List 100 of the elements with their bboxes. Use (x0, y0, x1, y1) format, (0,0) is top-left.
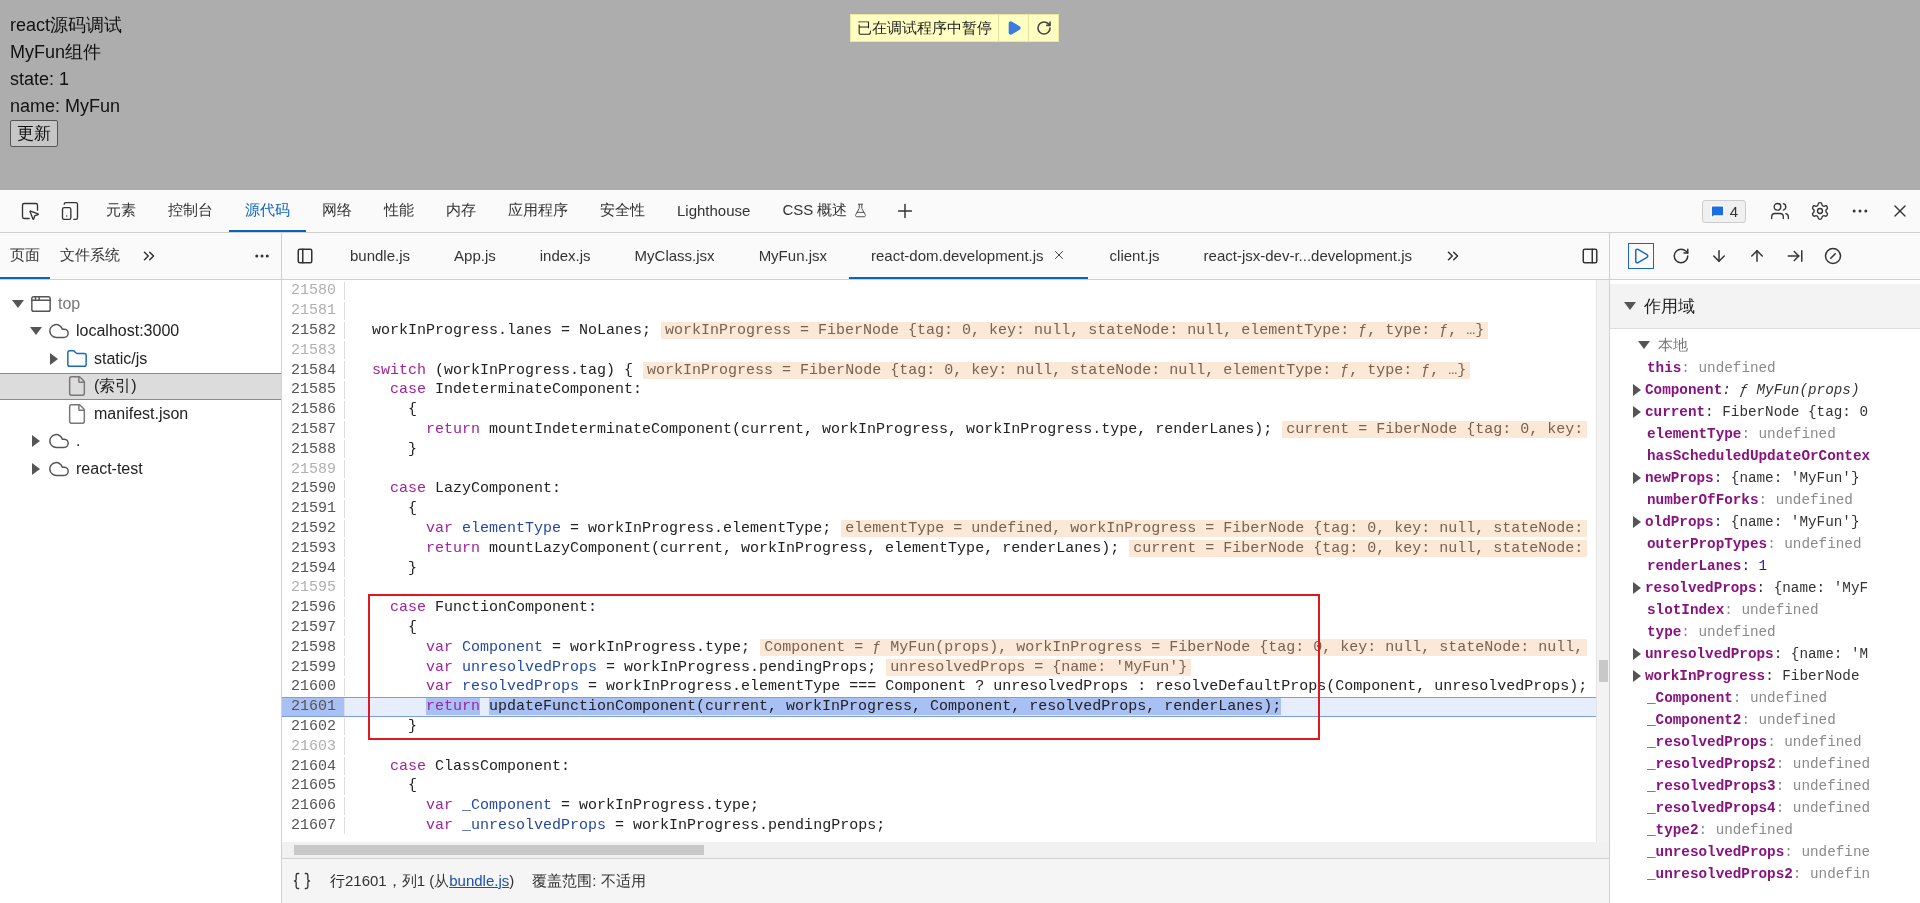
file-tab[interactable]: bundle.js (328, 233, 433, 279)
line-number[interactable]: 21588 (282, 440, 345, 459)
scope-variable[interactable]: elementType: undefined (1647, 426, 1836, 442)
source-link[interactable]: bundle.js (449, 871, 510, 889)
line-number[interactable]: 21607 (282, 816, 345, 835)
step-out-icon[interactable] (1748, 247, 1766, 265)
scope-variable[interactable]: _type2: undefined (1647, 822, 1793, 838)
braces-icon[interactable] (292, 871, 312, 891)
expand-arrow-icon[interactable] (1633, 384, 1641, 396)
tree-item[interactable]: static/js (0, 345, 281, 373)
file-tab[interactable]: react-jsx-dev-r...development.js (1181, 233, 1434, 279)
line-number[interactable]: 21601 (282, 697, 345, 716)
sidebar-tab[interactable]: 页面 (0, 233, 50, 279)
scope-variable[interactable]: this: undefined (1647, 360, 1776, 376)
scope-variable[interactable]: _resolvedProps3: undefined (1647, 778, 1871, 794)
devtools-tab[interactable]: 安全性 (584, 190, 661, 232)
deactivate-breakpoints-icon[interactable] (1824, 247, 1842, 265)
expand-arrow-icon[interactable] (1633, 516, 1641, 528)
scope-variable[interactable]: _Component: undefined (1647, 690, 1828, 706)
file-tab[interactable]: MyFun.jsx (736, 233, 849, 279)
scope-variable[interactable]: _unresolvedProps2: undefin (1647, 866, 1871, 882)
scope-variable[interactable]: _Component2: undefined (1647, 712, 1836, 728)
vertical-scrollbar[interactable] (1596, 280, 1609, 842)
scope-variable[interactable]: _resolvedProps: undefined (1647, 734, 1862, 750)
device-icon[interactable] (60, 201, 80, 221)
expand-arrow-icon[interactable] (12, 299, 24, 308)
scope-variable[interactable]: hasScheduledUpdateOrContex (1647, 448, 1871, 464)
scope-variable[interactable]: resolvedProps: {name: 'MyF (1645, 580, 1869, 596)
step-into-icon[interactable] (1710, 247, 1728, 265)
expand-arrow-icon[interactable] (32, 462, 40, 475)
devtools-tab[interactable]: 控制台 (152, 190, 229, 232)
tree-item[interactable]: react-test (0, 455, 281, 483)
scope-variable[interactable]: newProps: {name: 'MyFun'} (1645, 470, 1860, 486)
line-number[interactable]: 21585 (282, 381, 345, 399)
devtools-tab[interactable]: 网络 (306, 190, 368, 232)
line-number[interactable]: 21586 (282, 400, 345, 419)
settings-icon[interactable] (1810, 201, 1830, 221)
file-tab[interactable]: react-dom.development.js (848, 233, 1088, 279)
expand-arrow-icon[interactable] (1633, 406, 1641, 418)
line-number[interactable]: 21597 (282, 618, 345, 637)
scope-variable[interactable]: _resolvedProps2: undefined (1647, 756, 1871, 772)
users-icon[interactable] (1770, 201, 1790, 221)
line-number[interactable]: 21606 (282, 796, 345, 815)
devtools-tab[interactable]: 内存 (430, 190, 492, 232)
line-number[interactable]: 21599 (282, 658, 345, 676)
tree-item[interactable]: manifest.json (0, 400, 281, 428)
scope-variable[interactable]: Component: ƒ MyFun(props) (1645, 382, 1860, 398)
scope-variable[interactable]: outerPropTypes: undefined (1647, 536, 1862, 552)
expand-arrow-icon[interactable] (1633, 648, 1641, 660)
line-number[interactable]: 21594 (282, 559, 345, 577)
scope-variable[interactable]: oldProps: {name: 'MyFun'} (1645, 514, 1860, 530)
scope-variable[interactable]: workInProgress: FiberNode (1645, 668, 1860, 684)
line-number[interactable]: 21590 (282, 479, 345, 498)
line-number[interactable]: 21584 (282, 361, 345, 379)
devtools-tab[interactable]: Lighthouse (661, 190, 767, 232)
expand-arrow-icon[interactable] (30, 327, 42, 336)
line-number[interactable]: 21600 (282, 677, 345, 696)
file-tab[interactable]: index.js (517, 233, 613, 279)
update-button[interactable]: 更新 (10, 120, 58, 147)
scope-variable[interactable]: current: FiberNode {tag: 0 (1645, 404, 1869, 420)
devtools-tab[interactable]: 应用程序 (492, 190, 584, 232)
expand-arrow-icon[interactable] (32, 435, 40, 448)
file-tab[interactable]: client.js (1087, 233, 1182, 279)
issues-badge[interactable]: 4 (1701, 199, 1746, 223)
tree-item[interactable]: . (0, 427, 281, 455)
devtools-tab[interactable]: 性能 (368, 190, 430, 232)
line-number[interactable]: 21582 (282, 321, 345, 340)
line-number[interactable]: 21605 (282, 776, 345, 795)
scope-variable[interactable]: slotIndex: undefined (1647, 602, 1819, 618)
line-number[interactable]: 21602 (282, 717, 345, 736)
step-icon[interactable] (1786, 247, 1804, 265)
expand-arrow-icon[interactable] (50, 352, 58, 365)
expand-arrow-icon[interactable] (1633, 472, 1641, 484)
devtools-tab[interactable]: CSS 概述 (766, 190, 885, 232)
expand-arrow-icon[interactable] (1633, 670, 1641, 682)
file-tab[interactable]: App.js (432, 233, 518, 279)
tree-item[interactable]: top (0, 290, 281, 318)
line-number[interactable]: 21592 (282, 519, 345, 538)
resume-button[interactable] (1628, 243, 1654, 269)
line-number[interactable]: 21587 (282, 420, 345, 439)
file-tab[interactable]: MyClass.jsx (612, 233, 737, 279)
scope-variable[interactable]: _resolvedProps4: undefined (1647, 800, 1871, 816)
scope-variable[interactable]: unresolvedProps: {name: 'M (1645, 646, 1869, 662)
scope-header[interactable]: 作用域 (1610, 284, 1920, 329)
expand-arrow-icon[interactable] (1633, 582, 1641, 594)
toggle-debugger-icon[interactable] (1581, 247, 1599, 265)
line-number[interactable]: 21596 (282, 598, 345, 617)
tree-item[interactable]: (索引) (0, 372, 281, 400)
line-number[interactable]: 21598 (282, 638, 345, 657)
line-number[interactable]: 21591 (282, 499, 345, 518)
scope-variable[interactable]: numberOfForks: undefined (1647, 492, 1853, 508)
scope-group[interactable]: 本地 (1610, 333, 1920, 357)
horizontal-scrollbar[interactable] (282, 842, 1609, 858)
sidebar-tab[interactable]: 文件系统 (50, 233, 130, 279)
step-over-icon[interactable] (1672, 247, 1690, 265)
scope-variable[interactable]: _unresolvedProps: undefine (1647, 844, 1871, 860)
inspect-icon[interactable] (20, 201, 40, 221)
toggle-sidebar-icon[interactable] (296, 247, 314, 265)
devtools-tab[interactable]: 元素 (90, 190, 152, 232)
scope-variable[interactable]: type: undefined (1647, 624, 1776, 640)
